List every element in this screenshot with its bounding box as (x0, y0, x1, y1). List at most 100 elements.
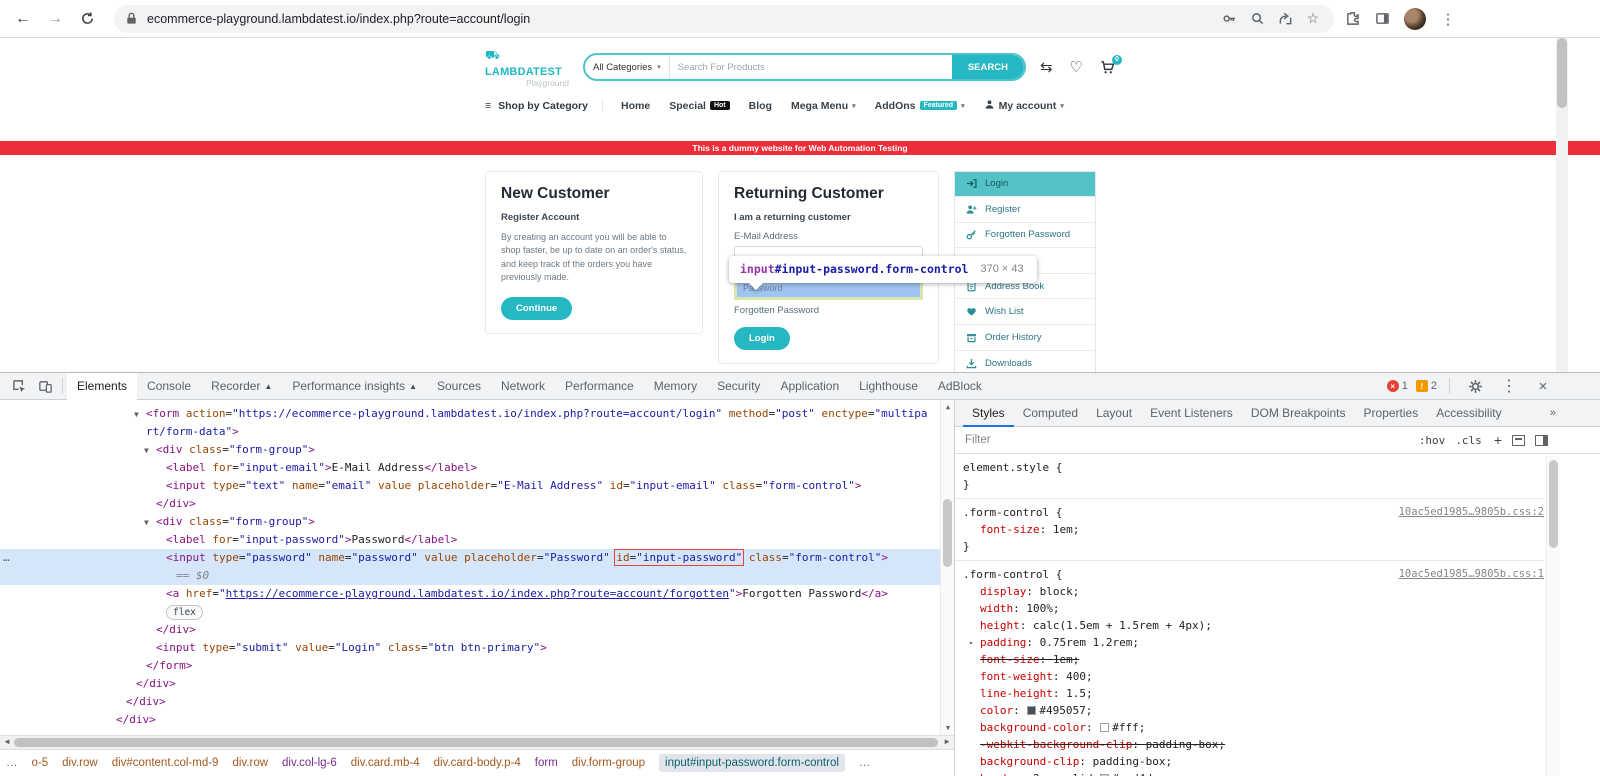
account-menu-item-wish-list[interactable]: Wish List (955, 299, 1095, 326)
expand-arrow-icon[interactable]: ▸ (969, 770, 974, 776)
dom-crumb[interactable]: div.card.mb-4 (351, 757, 420, 769)
scroll-down-icon[interactable]: ▼ (941, 724, 954, 732)
forgotten-password-link[interactable]: Forgotten Password (734, 305, 923, 316)
breadcrumb-overflow-icon[interactable]: … (6, 757, 18, 769)
address-bar[interactable]: ecommerce-playground.lambdatest.io/index… (114, 4, 1334, 33)
expand-arrow-icon[interactable]: ▼ (144, 442, 149, 460)
code-line[interactable]: ▼ <form action = "https://ecommerce-playgro… (0, 405, 954, 441)
nav-item-blog[interactable]: Blog (749, 100, 772, 112)
style-property[interactable]: font-size: 1em; (963, 521, 1544, 538)
browser-menu-icon[interactable]: ⋮ (1436, 7, 1460, 31)
dom-crumb[interactable]: form (535, 757, 558, 769)
expand-arrow-icon[interactable]: ▼ (144, 514, 149, 532)
elements-scrollbar[interactable]: ▲ ▼ (940, 400, 954, 735)
nav-item-home[interactable]: Home (621, 100, 650, 112)
shop-by-category-button[interactable]: ≡ Shop by Category (485, 99, 603, 112)
dom-crumb[interactable]: div.row (62, 757, 98, 769)
styles-filter-input[interactable]: Filter (965, 434, 1409, 446)
dom-crumb[interactable]: div.form-group (572, 757, 645, 769)
scroll-right-icon[interactable]: ► (943, 737, 951, 746)
url-text[interactable]: ecommerce-playground.lambdatest.io/index… (147, 12, 1212, 26)
nav-item-special[interactable]: Special Hot (669, 100, 730, 112)
sidebar-tab-event-listeners[interactable]: Event Listeners (1141, 400, 1242, 427)
more-tabs-icon[interactable]: » (1550, 407, 1556, 419)
styles-scrollbar[interactable] (1546, 456, 1560, 776)
cart-icon[interactable]: 0 (1100, 54, 1122, 75)
rule-selector-line[interactable]: element.style { (963, 459, 1544, 476)
rule-selector[interactable]: .form-control { (963, 506, 1062, 519)
account-menu-item-order-history[interactable]: Order History (955, 325, 1095, 351)
tab-performance[interactable]: Performance (555, 373, 644, 400)
devtools-close-icon[interactable]: × (1530, 375, 1556, 397)
expand-arrow-icon[interactable]: ▼ (134, 406, 139, 424)
category-dropdown[interactable]: All Categories ▾ (585, 55, 670, 80)
inspect-element-icon[interactable] (6, 375, 32, 397)
stylesheet-link[interactable]: 10ac5ed1985…9805b.css:2 (1399, 504, 1544, 521)
code-line[interactable]: == $0 (0, 567, 954, 585)
dom-crumb[interactable]: div#content.col-md-9 (112, 757, 219, 769)
rule-selector[interactable]: element.style { (963, 461, 1062, 474)
code-line[interactable]: </div> (0, 693, 954, 711)
code-line[interactable]: … <input type="password" name="password" … (0, 549, 954, 567)
back-button[interactable]: ← (10, 6, 36, 32)
code-line[interactable]: <a href="https://ecommerce-playground.la… (0, 585, 954, 603)
style-property[interactable]: font-weight: 400; (963, 668, 1544, 685)
rendering-options-icon[interactable] (1512, 434, 1525, 446)
zoom-icon[interactable] (1246, 8, 1268, 30)
profile-avatar[interactable] (1404, 7, 1426, 30)
style-property[interactable]: display: block; (963, 583, 1544, 600)
code-line[interactable]: </div> (0, 711, 954, 729)
tab-memory[interactable]: Memory (644, 373, 707, 400)
sidebar-tab-styles[interactable]: Styles (963, 400, 1014, 427)
new-style-rule-button[interactable]: + (1494, 432, 1502, 448)
expand-arrow-icon[interactable]: ▸ (969, 634, 974, 651)
color-swatch[interactable] (1100, 723, 1110, 732)
share-icon[interactable] (1274, 8, 1296, 30)
nav-item-addons[interactable]: AddOns Featured ▾ (875, 100, 965, 112)
style-property[interactable]: font-size: 1em; (963, 651, 1544, 668)
tab-security[interactable]: Security (707, 373, 770, 400)
element-classes-toggle[interactable]: .cls (1455, 434, 1482, 447)
tab-lighthouse[interactable]: Lighthouse (849, 373, 928, 400)
tab-console[interactable]: Console (137, 373, 201, 400)
code-line[interactable]: </div> (0, 621, 954, 639)
sidebar-tab-accessibility[interactable]: Accessibility (1427, 400, 1510, 427)
tab-network[interactable]: Network (491, 373, 555, 400)
scroll-up-icon[interactable]: ▲ (941, 403, 954, 411)
dom-crumb[interactable]: div.row (232, 757, 268, 769)
code-line[interactable]: <label for="input-email">E-Mail Address<… (0, 459, 954, 477)
account-menu-item-forgotten-password[interactable]: Forgotten Password (955, 223, 1095, 249)
code-line[interactable]: ▼ <div class="form-group"> (0, 441, 954, 459)
code-line[interactable]: flex (0, 603, 954, 621)
tab-sources[interactable]: Sources (427, 373, 491, 400)
settings-gear-icon[interactable] (1462, 375, 1488, 397)
code-line[interactable]: </div> (0, 495, 954, 513)
search-button[interactable]: SEARCH (951, 55, 1024, 80)
rule-selector[interactable]: .form-control { (963, 568, 1062, 581)
login-button[interactable]: Login (734, 326, 790, 350)
scroll-left-icon[interactable]: ◄ (3, 737, 11, 746)
style-property[interactable]: -webkit-background-clip: padding-box; (963, 736, 1544, 753)
code-line[interactable]: </form> (0, 657, 954, 675)
account-menu-item-register[interactable]: Register (955, 197, 1095, 223)
elements-horizontal-scrollbar[interactable]: ◄ ► (0, 735, 954, 749)
nav-item-my-account[interactable]: My account ▾ (984, 99, 1064, 113)
error-badge[interactable]: × 1 (1386, 380, 1408, 392)
code-line[interactable]: <input type="text" name="email" value pl… (0, 477, 954, 495)
extensions-icon[interactable] (1340, 7, 1364, 31)
tab-recorder[interactable]: Recorder ▲ (201, 373, 282, 400)
color-swatch[interactable] (1027, 706, 1037, 715)
style-property[interactable]: ▸ padding: 0.75rem 1.2rem; (963, 634, 1544, 651)
style-property[interactable]: background-clip: padding-box; (963, 753, 1544, 770)
issues-badge[interactable]: ! 2 (1415, 380, 1437, 392)
page-scrollbar[interactable] (1556, 38, 1568, 372)
reload-button[interactable] (74, 6, 100, 32)
style-property[interactable]: ▸border: 2px solid #ced4da; (963, 770, 1544, 776)
sidebar-tab-dom-breakpoints[interactable]: DOM Breakpoints (1242, 400, 1355, 427)
sidebar-tab-properties[interactable]: Properties (1355, 400, 1428, 427)
side-panel-icon[interactable] (1370, 7, 1394, 31)
dom-crumb[interactable]: o-5 (32, 757, 49, 769)
password-manager-icon[interactable] (1218, 8, 1240, 30)
style-property[interactable]: line-height: 1.5; (963, 685, 1544, 702)
code-line[interactable]: <label for="input-password">Password</la… (0, 531, 954, 549)
